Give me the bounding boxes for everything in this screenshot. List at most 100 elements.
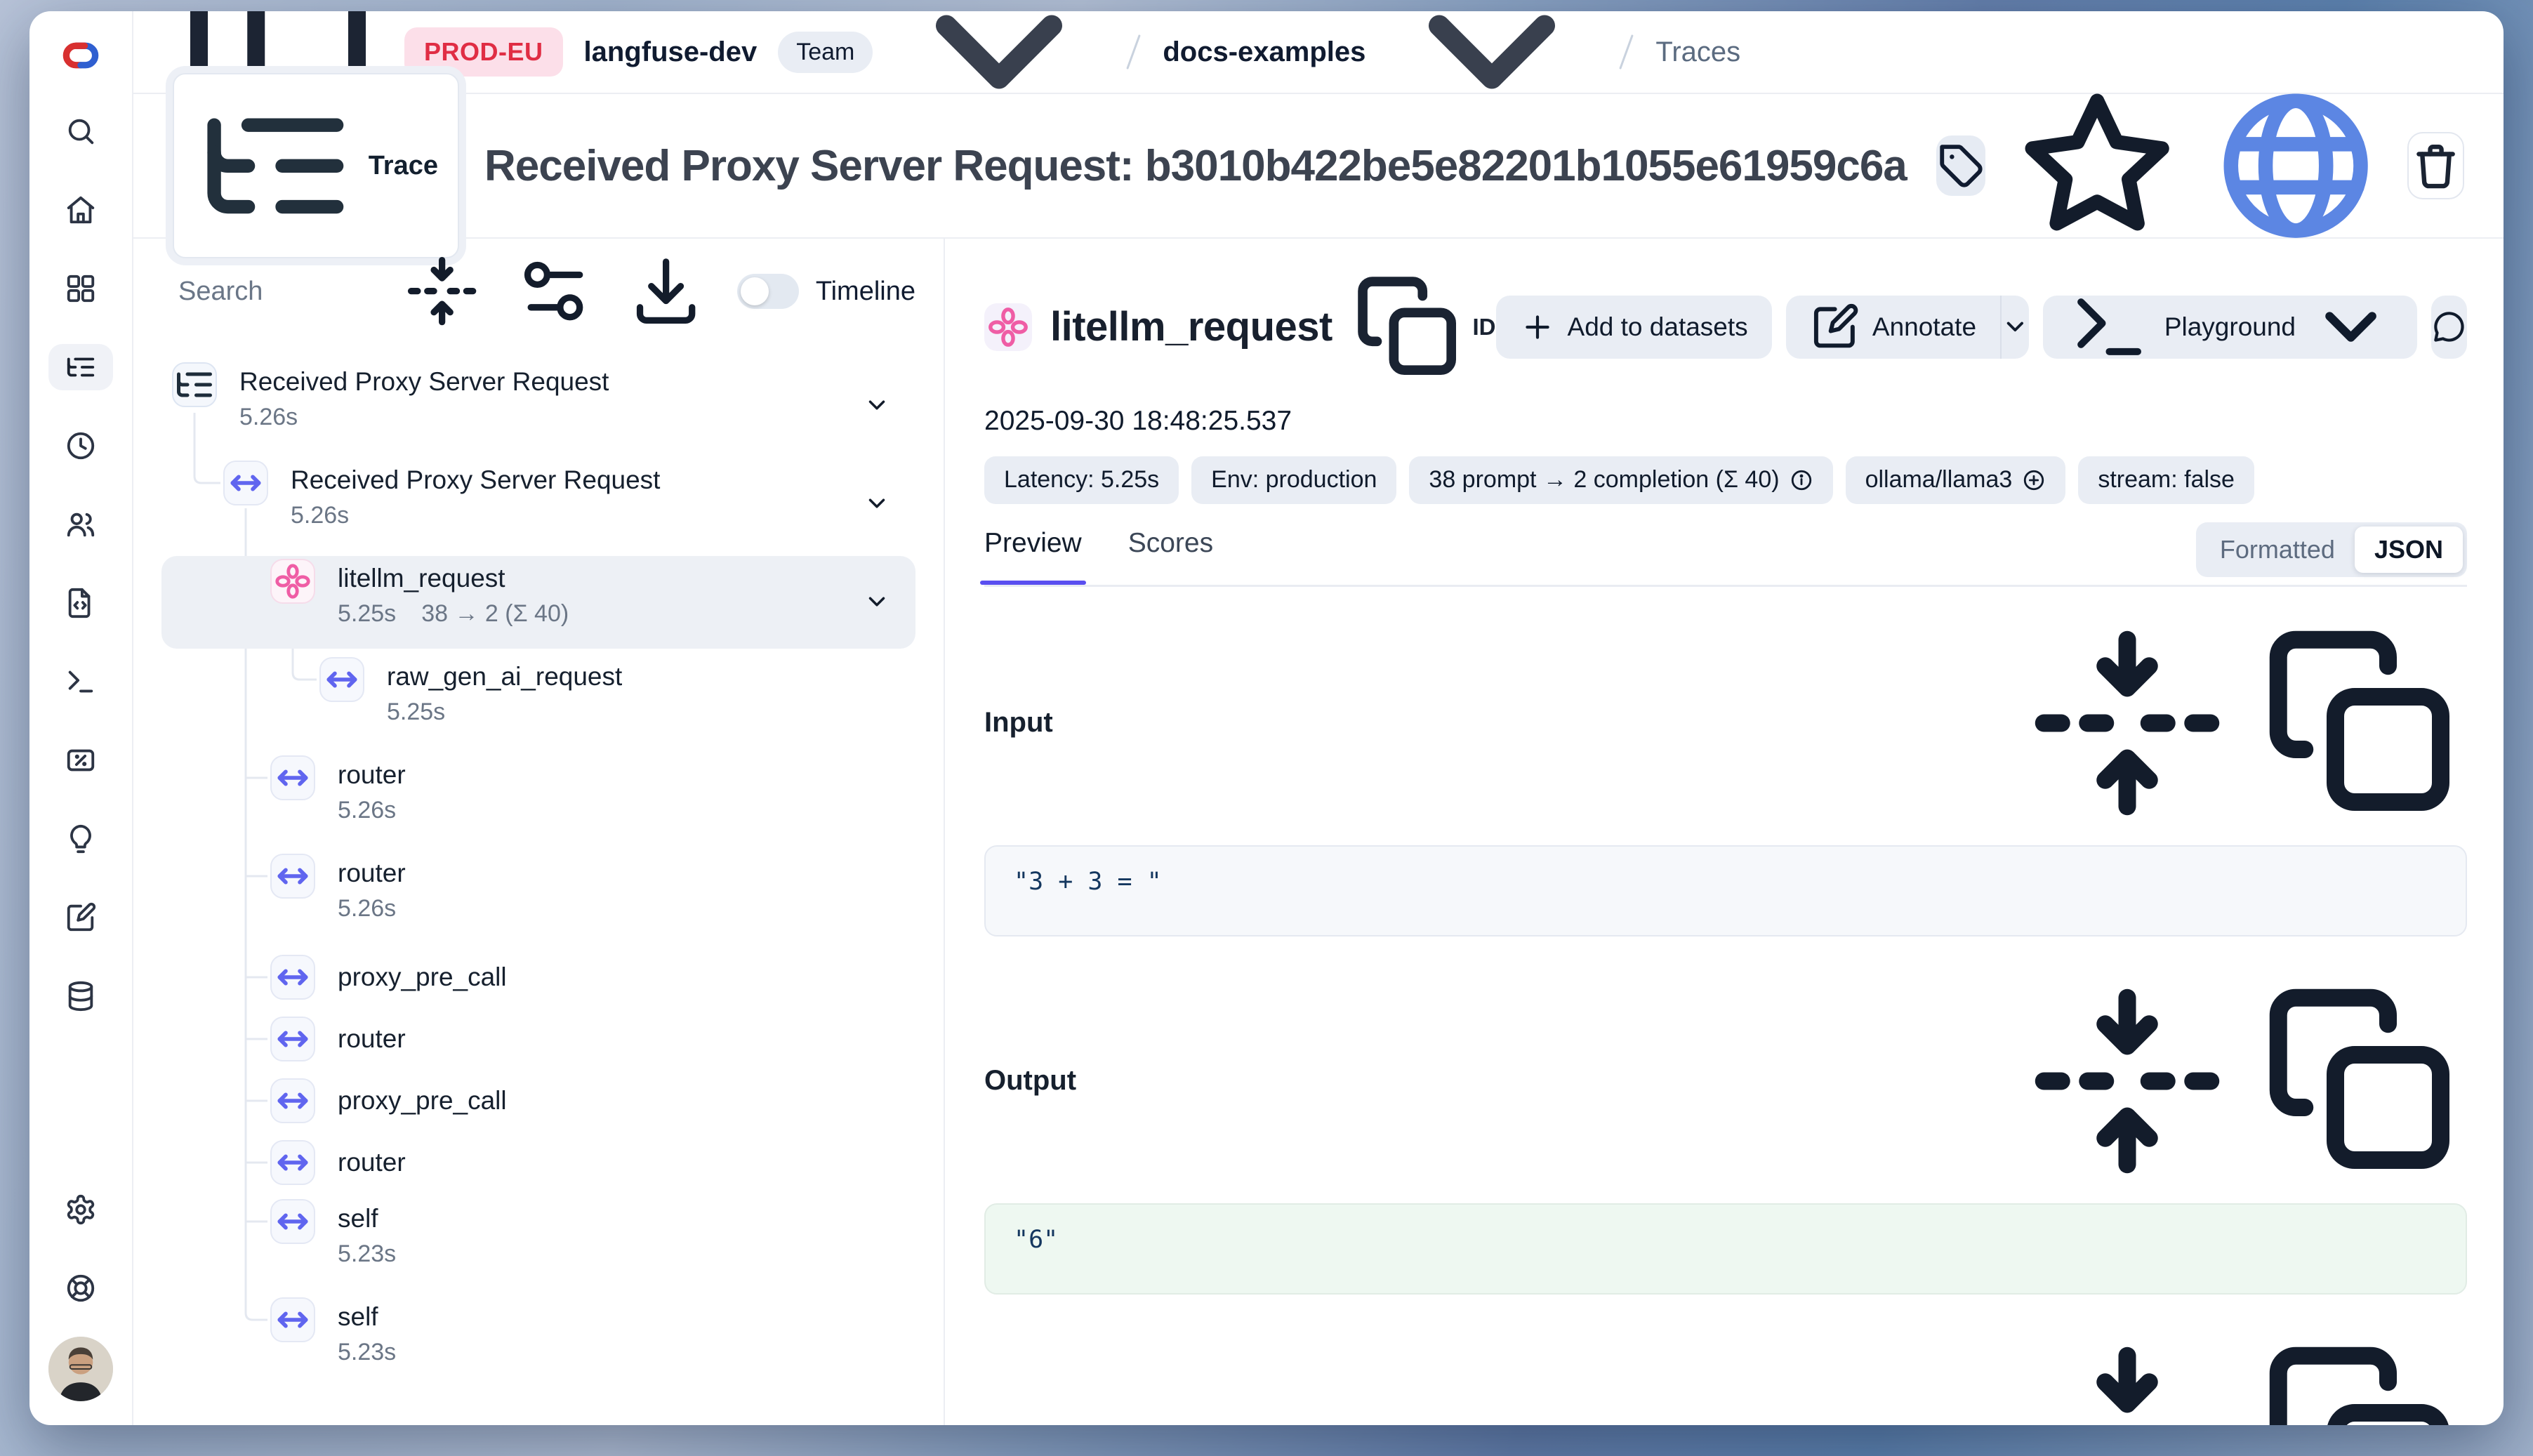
copy-output-button[interactable] bbox=[2256, 976, 2467, 1186]
tree-node-router[interactable]: router5.26s bbox=[161, 753, 915, 845]
copy-input-button[interactable] bbox=[2256, 618, 2467, 828]
format-formatted-option[interactable]: Formatted bbox=[2200, 527, 2355, 573]
user-avatar[interactable] bbox=[48, 1337, 113, 1401]
comments-button[interactable] bbox=[2431, 296, 2467, 359]
badge-label: 38 prompt → 2 completion (Σ 40) bbox=[1429, 466, 1779, 494]
span: 5.23s bbox=[338, 1338, 396, 1366]
main-column: PROD-EU langfuse-dev Team docs-examples … bbox=[133, 11, 2504, 1425]
content-split: Timeline bbox=[133, 239, 2504, 1425]
organization-name[interactable]: langfuse-dev bbox=[584, 37, 758, 68]
public-share-button[interactable] bbox=[2209, 79, 2382, 252]
svg bbox=[65, 1272, 97, 1304]
observation-detail-panel: litellm_request ID Add to datasets bbox=[945, 239, 2504, 1425]
clock-icon bbox=[65, 430, 97, 462]
ellipse bbox=[70, 983, 92, 991]
tree-settings-button[interactable] bbox=[515, 252, 593, 330]
tree-node-received-proxy-server-request[interactable]: Received Proxy Server Request5.26s bbox=[161, 359, 915, 452]
tags-button[interactable] bbox=[1936, 135, 1986, 196]
observation-title: litellm_request bbox=[1050, 303, 1332, 350]
tree-node-router[interactable]: router bbox=[161, 1011, 915, 1067]
bookmark-star-button[interactable] bbox=[2011, 79, 2183, 252]
download-button[interactable] bbox=[627, 252, 705, 330]
rail-nav-group bbox=[48, 108, 113, 1019]
tree-node-raw-gen-ai-request[interactable]: raw_gen_ai_request5.25s bbox=[161, 654, 915, 747]
sidebar-item-sessions[interactable] bbox=[48, 423, 113, 469]
format-json-option[interactable]: JSON bbox=[2355, 527, 2463, 573]
sidebar-item-home[interactable] bbox=[48, 187, 113, 233]
tree-node-duration: 5.25s bbox=[387, 698, 622, 726]
sidebar-item-datasets[interactable] bbox=[48, 973, 113, 1019]
tree-node-router[interactable]: router5.26s bbox=[161, 851, 915, 944]
span-icon bbox=[270, 1140, 315, 1185]
svg bbox=[2256, 1334, 2467, 1425]
playground-button[interactable]: Playground bbox=[2043, 296, 2417, 359]
tree-node-proxy-pre-call[interactable]: proxy_pre_call bbox=[161, 1073, 915, 1129]
tree-node-litellm-request[interactable]: litellm_request5.25s38 → 2 (Σ 40) bbox=[161, 556, 915, 649]
metadata-section: Metadata { 3 Itemsattributes: { 20 Items… bbox=[984, 1334, 2467, 1425]
collapse-metadata-button[interactable] bbox=[2022, 1334, 2233, 1425]
svg bbox=[225, 462, 267, 504]
span: self 5.23s bbox=[338, 1295, 396, 1387]
info-icon[interactable] bbox=[1790, 468, 1813, 492]
tree-node-self[interactable]: self 5.23s bbox=[161, 1295, 915, 1387]
annotate-dropdown-button[interactable] bbox=[2000, 296, 2029, 359]
span: 5.26s bbox=[239, 403, 298, 431]
search-input[interactable] bbox=[178, 277, 403, 307]
square-pen-icon bbox=[65, 901, 97, 934]
tree-node-received-proxy-server-request[interactable]: Received Proxy Server Request5.26s bbox=[161, 458, 915, 550]
tree-node-router[interactable]: router bbox=[161, 1134, 915, 1191]
sidebar-item-evaluation[interactable] bbox=[48, 737, 113, 783]
annotate-button[interactable]: Annotate bbox=[1786, 296, 2000, 359]
breadcrumb-page[interactable]: Traces bbox=[1655, 37, 1740, 68]
sidebar-item-dashboards[interactable] bbox=[48, 265, 113, 312]
environment-badge[interactable]: PROD-EU bbox=[404, 27, 563, 77]
tree-node-proxy-pre-call[interactable]: proxy_pre_call bbox=[161, 949, 915, 1005]
sidebar-item-playground[interactable] bbox=[48, 658, 113, 705]
sidebar-item-settings[interactable] bbox=[48, 1186, 113, 1233]
tab-scores[interactable]: Scores bbox=[1128, 528, 1213, 583]
span: router5.26s bbox=[338, 851, 406, 944]
circle-plus-icon[interactable] bbox=[2022, 468, 2046, 492]
collapse-output-button[interactable] bbox=[2022, 976, 2233, 1186]
delete-trace-button[interactable] bbox=[2407, 132, 2464, 199]
sidebar-item-tracing[interactable] bbox=[48, 344, 113, 390]
tree-node-self[interactable]: self5.23s bbox=[161, 1196, 915, 1289]
sidebar-item-users[interactable] bbox=[48, 501, 113, 548]
span-icon bbox=[270, 955, 315, 1000]
sidebar-item-prompts[interactable] bbox=[48, 580, 113, 626]
observation-badges: Latency: 5.25sEnv: production38 prompt →… bbox=[984, 456, 2467, 504]
add-to-datasets-button[interactable]: Add to datasets bbox=[1496, 296, 1772, 359]
svg bbox=[65, 744, 97, 776]
trace-type-label: Trace bbox=[369, 151, 438, 181]
circle bbox=[84, 763, 85, 765]
ellipse bbox=[1003, 331, 1013, 345]
svg bbox=[272, 1018, 314, 1060]
path bbox=[72, 826, 90, 847]
path bbox=[2009, 324, 2022, 331]
expand-chevron-icon[interactable] bbox=[864, 490, 890, 520]
breadcrumb-divider bbox=[1620, 34, 1634, 70]
sidebar-item-insights[interactable] bbox=[48, 816, 113, 862]
tree-node-label: self bbox=[338, 1302, 396, 1332]
sidebar-item-support[interactable] bbox=[48, 1265, 113, 1311]
sidebar-item-annotation[interactable] bbox=[48, 894, 113, 941]
div: Output bbox=[984, 976, 2467, 1186]
detail-scroll-area[interactable]: Input "3 + 3 = " Output bbox=[984, 618, 2467, 1425]
timeline-toggle[interactable] bbox=[737, 274, 799, 309]
expand-chevron-icon[interactable] bbox=[864, 392, 890, 422]
copy-id-button[interactable]: ID bbox=[1351, 270, 1496, 385]
expand-chevron-icon[interactable] bbox=[864, 588, 890, 618]
collapse-all-button[interactable] bbox=[403, 252, 481, 330]
org-plan-badge[interactable]: Team bbox=[778, 32, 873, 73]
collapse-input-button[interactable] bbox=[2022, 618, 2233, 828]
icon-rail bbox=[29, 11, 133, 1425]
copy-metadata-button[interactable] bbox=[2256, 1334, 2467, 1425]
project-name[interactable]: docs-examples bbox=[1163, 37, 1365, 68]
path bbox=[1439, 26, 1545, 79]
annotate-label: Annotate bbox=[1872, 312, 1976, 342]
tab-preview[interactable]: Preview bbox=[984, 528, 1082, 583]
sidebar-item-search[interactable] bbox=[48, 108, 113, 154]
ellipse bbox=[991, 322, 1004, 332]
tree-node-duration: 5.23s bbox=[338, 1338, 396, 1366]
tree-node-duration: 5.25s38 → 2 (Σ 40) bbox=[338, 600, 569, 628]
